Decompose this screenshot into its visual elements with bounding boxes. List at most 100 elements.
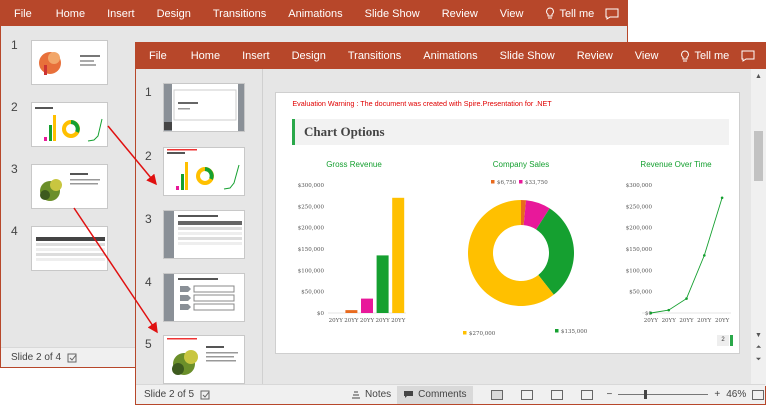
tab-transitions[interactable]: Transitions — [202, 8, 277, 20]
line-x-tick-label: 20YY — [679, 318, 694, 324]
pie-legend-swatch — [491, 180, 495, 184]
notes-icon — [352, 391, 361, 399]
tab-slide-show[interactable]: Slide Show — [489, 50, 566, 62]
tab-home[interactable]: Home — [180, 50, 231, 62]
zoom-in-icon[interactable]: + — [714, 389, 720, 400]
bar-x-tick-label: 20YY — [391, 318, 406, 324]
tab-review[interactable]: Review — [431, 8, 489, 20]
page-accent — [730, 335, 733, 346]
comment-icon[interactable] — [605, 7, 619, 21]
pie-legend-label: $135,000 — [561, 329, 588, 335]
bar-x-tick-label: 20YY — [344, 318, 359, 324]
back-thumbnail-1[interactable]: 1 — [1, 38, 129, 88]
normal-view-icon[interactable] — [490, 389, 503, 400]
slide-number: 5 — [145, 337, 152, 351]
scroll-up-icon[interactable]: ▲ — [754, 72, 763, 81]
line-y-tick-label: $50,000 — [629, 290, 652, 296]
front-ribbon: File Home Insert Design Transitions Anim… — [136, 43, 765, 69]
front-thumbnail-1[interactable]: 1 — [136, 83, 263, 143]
tab-file[interactable]: File — [1, 8, 45, 20]
previous-slide-icon[interactable]: ⏶ — [754, 343, 763, 352]
pie-legend-swatch — [519, 180, 523, 184]
title-bar: Chart Options — [292, 119, 729, 145]
lightbulb-icon — [681, 49, 690, 61]
tab-home[interactable]: Home — [45, 8, 96, 20]
back-thumbnail-pane: 1 2 3 4 — [1, 26, 129, 349]
line-chart-title: Revenue Over Time — [640, 160, 712, 169]
zoom-level[interactable]: 46% — [726, 389, 746, 400]
tab-review[interactable]: Review — [566, 50, 624, 62]
slide-thumbnail — [31, 40, 108, 85]
pie-legend-label: $6,750 — [497, 180, 517, 186]
zoom-slider[interactable] — [618, 390, 709, 399]
tab-design[interactable]: Design — [281, 50, 337, 62]
pie-chart-title: Company Sales — [493, 160, 549, 169]
slide-editing-area[interactable]: Evaluation Warning : The document was cr… — [263, 69, 751, 386]
front-thumbnail-4[interactable]: 4 — [136, 273, 263, 333]
line-y-tick-label: $250,000 — [626, 204, 653, 210]
slide-number: 1 — [11, 38, 18, 52]
front-thumbnail-3[interactable]: 3 — [136, 210, 263, 270]
tab-view[interactable]: View — [489, 8, 535, 20]
tell-me-label: Tell me — [559, 7, 595, 20]
pie-legend-label: $270,000 — [469, 331, 496, 337]
zoom-out-icon[interactable]: − — [607, 389, 613, 400]
comments-button[interactable]: Comments — [397, 385, 473, 404]
tab-file[interactable]: File — [136, 50, 180, 62]
page-number: 2 — [717, 335, 729, 346]
tell-me-box[interactable]: Tell me — [534, 7, 605, 20]
back-thumbnail-4[interactable]: 4 — [1, 224, 129, 274]
tell-me-label: Tell me — [694, 50, 730, 62]
slide-number: 3 — [145, 212, 152, 226]
slide-number: 4 — [145, 275, 152, 289]
notes-button[interactable]: Notes — [345, 389, 397, 400]
tab-transitions[interactable]: Transitions — [337, 50, 412, 62]
back-thumbnail-2[interactable]: 2 — [1, 100, 129, 150]
bar-y-tick-label: $0 — [317, 311, 324, 317]
slide-thumbnail — [163, 273, 245, 322]
tab-animations[interactable]: Animations — [412, 50, 488, 62]
comments-label: Comments — [418, 389, 467, 400]
notes-label: Notes — [365, 389, 392, 400]
bar-x-tick-label: 20YY — [375, 318, 390, 324]
reading-view-icon[interactable] — [550, 389, 563, 400]
tell-me-box[interactable]: Tell me — [669, 49, 740, 63]
current-slide[interactable]: Evaluation Warning : The document was cr… — [275, 92, 740, 354]
slide-show-icon[interactable] — [580, 389, 593, 400]
tab-design[interactable]: Design — [146, 8, 202, 20]
line-x-tick-label: 20YY — [644, 318, 659, 324]
next-slide-icon[interactable]: ⏷ — [754, 355, 763, 364]
tab-view[interactable]: View — [624, 50, 670, 62]
spell-check-icon[interactable] — [200, 390, 211, 400]
tab-insert[interactable]: Insert — [231, 50, 281, 62]
pie-legend-label: $33,750 — [525, 180, 548, 186]
slide-number: 3 — [11, 162, 18, 176]
fit-slide-icon[interactable] — [752, 389, 765, 400]
zoom-control[interactable]: − + 46% — [607, 389, 747, 400]
line-y-tick-label: $300,000 — [626, 183, 653, 189]
back-thumbnail-3[interactable]: 3 — [1, 162, 129, 212]
line-x-tick-label: 20YY — [662, 318, 677, 324]
tab-insert[interactable]: Insert — [96, 8, 146, 20]
line-point — [667, 308, 670, 312]
lightbulb-icon — [546, 7, 555, 19]
front-thumbnail-2[interactable]: 2 — [136, 147, 263, 207]
slide-title[interactable]: Chart Options — [304, 124, 385, 140]
slide-number: 2 — [145, 149, 152, 163]
vertical-scrollbar[interactable]: ▲ ▼ ⏶ ⏷ — [751, 69, 766, 386]
scroll-thumb[interactable] — [754, 131, 763, 181]
tab-animations[interactable]: Animations — [277, 8, 353, 20]
pie-legend-swatch — [555, 329, 559, 333]
bar-chart-title: Gross Revenue — [326, 160, 382, 169]
comment-icon[interactable] — [740, 49, 755, 63]
slide-counter: Slide 2 of 4 — [11, 352, 62, 363]
spell-check-icon[interactable] — [67, 353, 78, 363]
charts-area[interactable]: Gross Revenue $0 $50,000 $100,000 $150,000 $2… — [276, 155, 741, 355]
line-point — [703, 254, 706, 257]
bar — [376, 255, 389, 313]
scroll-down-icon[interactable]: ▼ — [754, 331, 763, 340]
slide-sorter-icon[interactable] — [520, 389, 533, 400]
zoom-slider-knob[interactable] — [644, 390, 648, 399]
tab-slide-show[interactable]: Slide Show — [354, 8, 431, 20]
slide-thumbnail — [31, 226, 108, 271]
